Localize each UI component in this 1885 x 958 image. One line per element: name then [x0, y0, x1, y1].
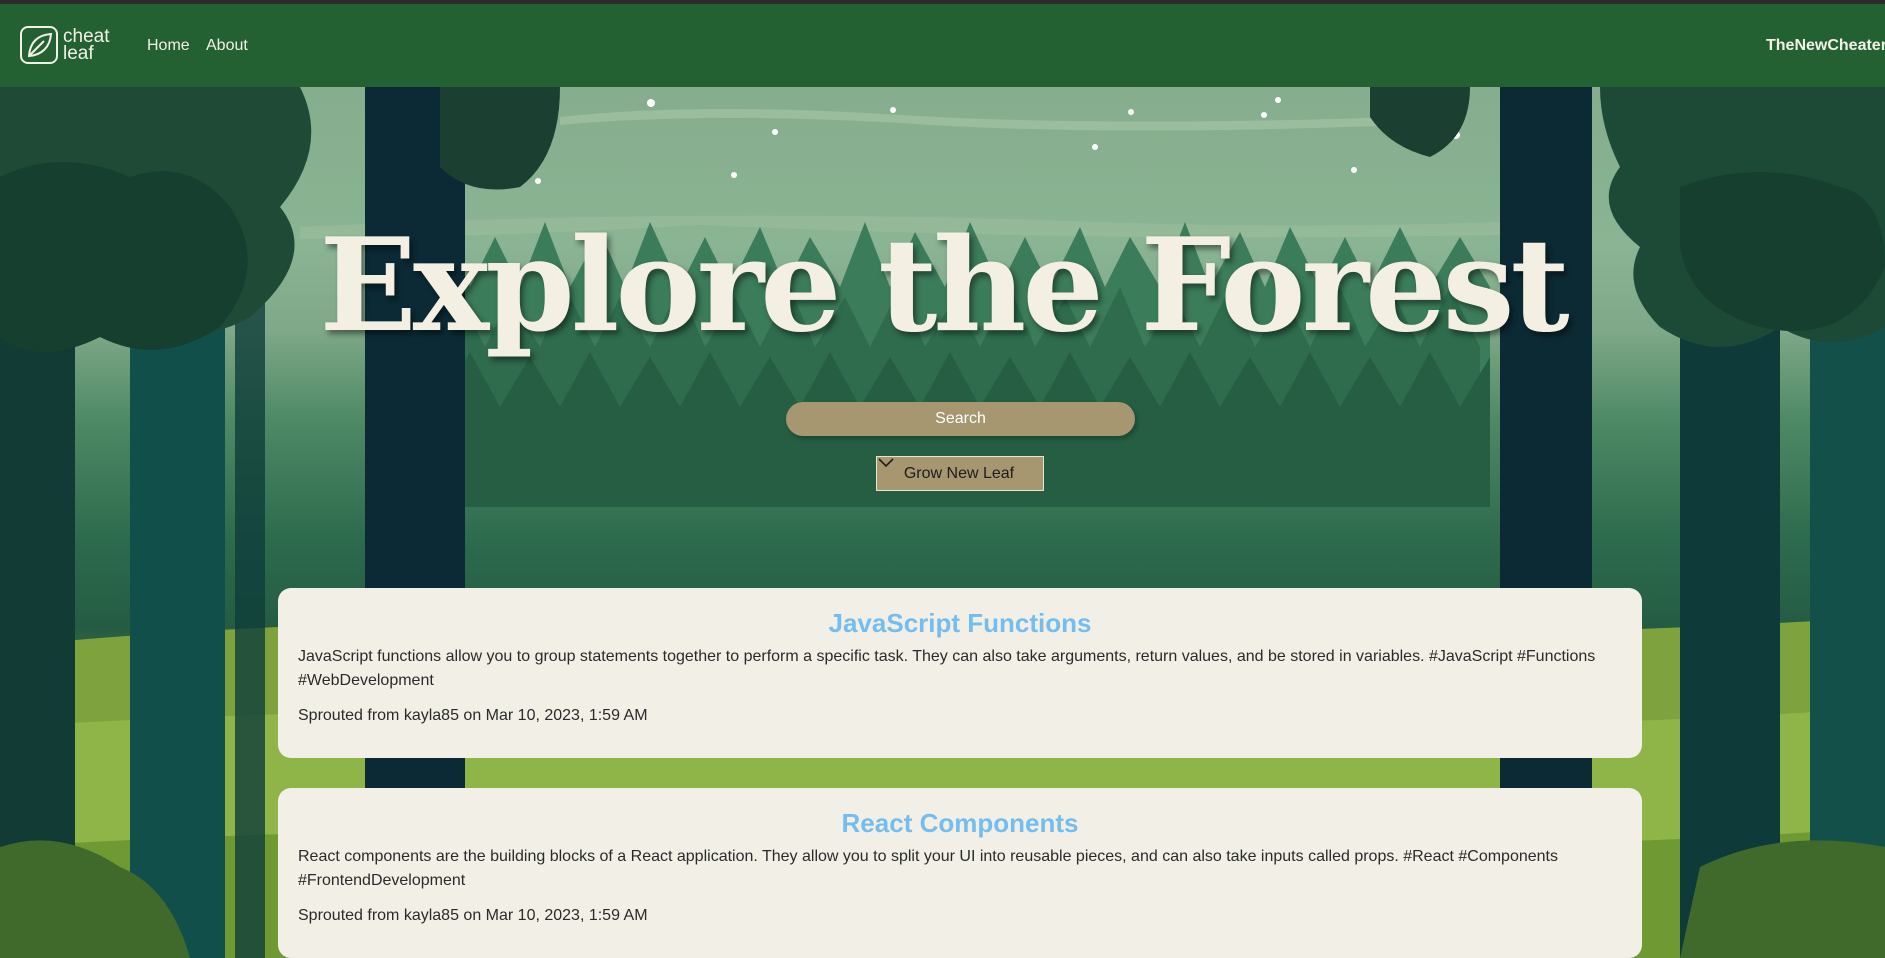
nav-link-about[interactable]: About: [206, 37, 248, 55]
user-menu[interactable]: TheNewCheater: [1766, 37, 1885, 55]
logo[interactable]: cheat leaf: [20, 26, 109, 64]
logo-text: cheat leaf: [63, 27, 109, 64]
nav-link-home[interactable]: Home: [147, 37, 190, 55]
hero-title: Explore the Forest: [319, 211, 1569, 361]
grow-new-leaf-dropdown[interactable]: Grow New Leaf: [876, 456, 1044, 491]
search-button[interactable]: Search: [786, 402, 1135, 436]
post-title[interactable]: React Components: [298, 808, 1622, 839]
post-card[interactable]: React Components React components are th…: [278, 788, 1642, 958]
post-card[interactable]: JavaScript Functions JavaScript function…: [278, 588, 1642, 758]
leaf-icon: [20, 26, 58, 64]
hero-section: Explore the Forest Search Grow New Leaf …: [0, 87, 1885, 958]
grow-new-leaf-label: Grow New Leaf: [903, 465, 1015, 482]
post-body: React components are the building blocks…: [298, 848, 1558, 889]
post-title[interactable]: JavaScript Functions: [298, 608, 1622, 639]
post-body: JavaScript functions allow you to group …: [298, 648, 1596, 689]
logo-text-line2: leaf: [63, 43, 94, 64]
post-meta: Sprouted from kayla85 on Mar 10, 2023, 1…: [298, 907, 648, 924]
post-meta: Sprouted from kayla85 on Mar 10, 2023, 1…: [298, 707, 648, 724]
navbar: cheat leaf Home About TheNewCheater: [0, 4, 1885, 87]
